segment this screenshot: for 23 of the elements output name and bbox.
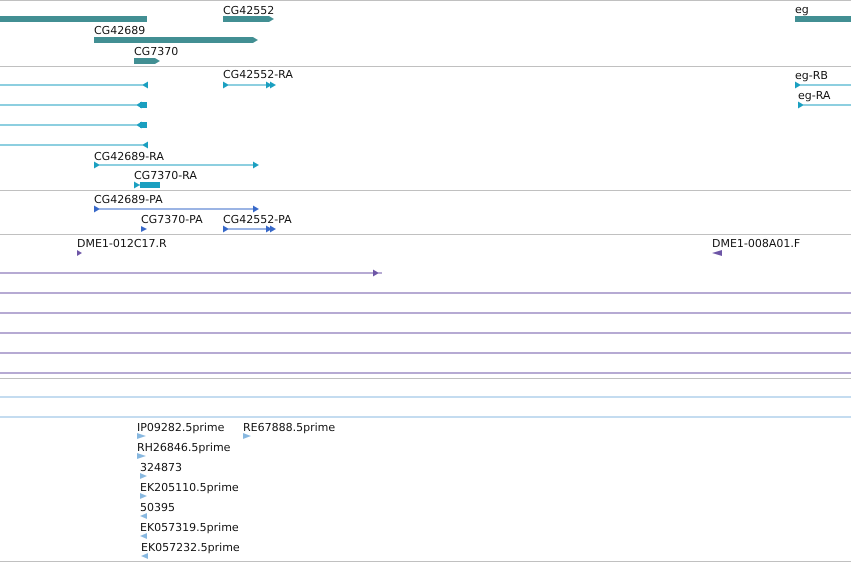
feature-label: CG42689: [94, 24, 146, 37]
feature-label: CG42552-PA: [223, 213, 292, 226]
feature-label: CG42552-RA: [223, 68, 293, 81]
feature-label: EK057319.5prime: [140, 521, 239, 534]
feature-label: CG42552: [223, 4, 274, 17]
feature-label: CG7370-RA: [134, 169, 197, 182]
feature-label: CG7370: [134, 45, 178, 58]
feature-label: DME1-008A01.F: [712, 237, 800, 250]
feature-label: EK205110.5prime: [140, 481, 239, 494]
feature-label: 324873: [140, 461, 182, 474]
feature-label: IP09282.5prime: [137, 421, 224, 434]
feature-label: CG7370-PA: [141, 213, 203, 226]
feature-bar: [795, 16, 851, 22]
feature-label: CG42689-RA: [94, 150, 164, 163]
feature-label: CG42689-PA: [94, 193, 163, 206]
feature-label: 50395: [140, 501, 175, 514]
feature-label: RH26846.5prime: [137, 441, 230, 454]
feature-label: eg-RB: [795, 69, 828, 82]
feature-label: DME1-012C17.R: [77, 237, 167, 250]
feature-label: EK057232.5prime: [141, 541, 240, 554]
feature-label: RE67888.5prime: [243, 421, 336, 434]
feature-label: eg: [795, 3, 809, 16]
feature-label: eg-RA: [798, 89, 830, 102]
